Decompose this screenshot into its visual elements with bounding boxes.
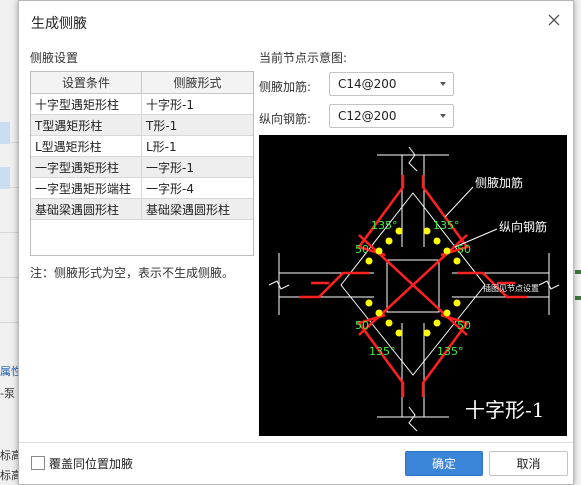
side-rebar-label: 侧腋加筋:	[259, 80, 312, 94]
column-header-condition[interactable]: 设置条件	[31, 72, 142, 94]
table-row[interactable]: 一字型遇矩形端柱 一字形-4	[31, 177, 253, 199]
table-row[interactable]: T型遇矩形柱 T形-1	[31, 114, 253, 136]
shape-name-label: 十字形-1	[465, 398, 544, 422]
dim-right-top-label: 50	[457, 243, 471, 256]
side-rebar-annotation: 侧腋加筋	[475, 175, 523, 190]
long-rebar-select[interactable]: C12@200	[329, 104, 454, 128]
dim-left-top-label: 50	[355, 243, 369, 256]
cancel-button[interactable]: 取消	[489, 451, 568, 476]
override-checkbox[interactable]: 覆盖同位置加腋	[31, 455, 133, 472]
long-rebar-label: 纵向钢筋:	[259, 112, 312, 126]
bg-selected-cell	[0, 122, 10, 144]
cell-condition: T型遇矩形柱	[31, 114, 142, 136]
dim-left-bottom-label: 50	[355, 319, 369, 332]
column-header-form[interactable]: 侧腋形式	[141, 72, 253, 94]
long-rebar-value: C12@200	[338, 109, 397, 123]
bg-label: -泵	[0, 387, 15, 400]
bg-marker	[575, 296, 581, 300]
cell-condition: 十字型遇矩形柱	[31, 93, 142, 115]
cell-form[interactable]: 基础梁遇圆形柱	[141, 198, 253, 220]
cell-condition: 一字型遇矩形端柱	[31, 177, 142, 199]
bg-marker	[575, 270, 581, 274]
cell-form[interactable]: T形-1	[141, 114, 253, 136]
table-row[interactable]: 基础梁遇圆形柱 基础梁遇圆形柱	[31, 198, 253, 220]
cell-condition: 基础梁遇圆形柱	[31, 198, 142, 220]
settings-table: 设置条件 侧腋形式 十字型遇矩形柱 十字形-1 T型遇矩形柱 T形-1 L型遇矩…	[30, 71, 254, 256]
cell-condition: L型遇矩形柱	[31, 135, 142, 157]
cell-form[interactable]: 十字形-1	[141, 93, 253, 115]
bg-selected-cell	[0, 167, 10, 189]
hint-note: 注：侧腋形式为空，表示不生成侧腋。	[30, 266, 235, 280]
dialog-title: 生成侧腋	[31, 16, 87, 32]
cell-condition: 一字型遇矩形柱	[31, 156, 142, 178]
chevron-down-icon	[440, 114, 446, 118]
side-rebar-value: C14@200	[338, 77, 397, 91]
angle-top-right-label: 135°	[433, 219, 460, 232]
angle-bottom-left-label: 135°	[369, 345, 396, 358]
override-checkbox-label: 覆盖同位置加腋	[49, 457, 134, 471]
table-row[interactable]: L型遇矩形柱 L形-1	[31, 135, 253, 157]
ok-button[interactable]: 确定	[405, 451, 483, 476]
angle-bottom-right-label: 135°	[437, 345, 464, 358]
table-row[interactable]: 一字型遇矩形柱 一字形-1	[31, 156, 253, 178]
dim-right-bottom-label: 50	[457, 319, 471, 332]
long-rebar-annotation: 纵向钢筋	[499, 219, 547, 234]
preview-section-label: 当前节点示意图:	[259, 51, 348, 65]
angle-top-left-label: 135°	[371, 219, 398, 232]
settings-section-label: 侧腋设置	[30, 51, 79, 65]
chevron-down-icon	[440, 82, 446, 86]
side-rebar-select[interactable]: C14@200	[329, 72, 454, 96]
table-row[interactable]: 十字型遇矩形柱 十字形-1	[31, 93, 253, 115]
cell-form[interactable]: L形-1	[141, 135, 253, 157]
node-diagram: 135° 135° 135° 135° 50 50 50 50 侧腋加筋 纵向钢…	[259, 135, 567, 436]
generate-haunch-dialog: 生成侧腋 侧腋设置 设置条件 侧腋形式 十字型遇矩形柱 十字形-1 T型遇矩形柱…	[18, 0, 574, 485]
detail-reference-text: 插图见节点设置	[483, 283, 539, 293]
table-header-row: 设置条件 侧腋形式	[31, 72, 253, 94]
cell-form[interactable]: 一字形-1	[141, 156, 253, 178]
cell-form[interactable]: 一字形-4	[141, 177, 253, 199]
footer-divider	[19, 442, 573, 443]
close-icon[interactable]	[545, 11, 563, 29]
checkbox-box[interactable]	[31, 456, 45, 470]
